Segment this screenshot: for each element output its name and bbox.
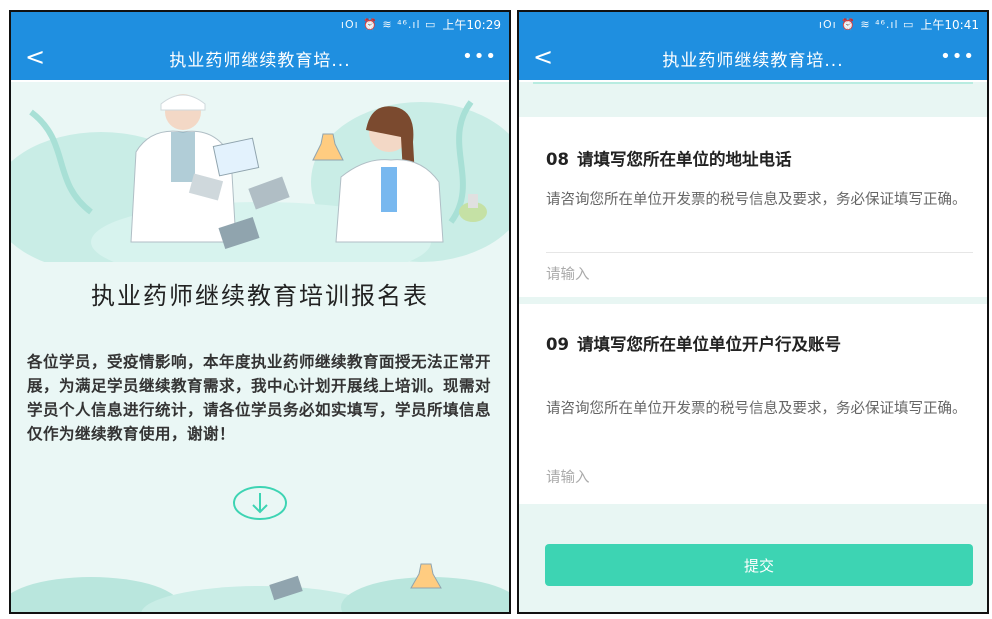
nav-bar: < 执业药师继续教育培... •••	[11, 36, 509, 80]
phone-screen-right: ıOı ⏰ ≋ ⁴⁶.ıl ▭ 上午10:41 < 执业药师继续教育培... •…	[517, 10, 989, 614]
question-description: 请咨询您所在单位开发票的税号信息及要求，务必保证填写正确。	[546, 192, 967, 208]
status-icons: ıOı ⏰ ≋ ⁴⁶.ıl ▭	[818, 17, 915, 31]
question-text: 请填写您所在单位单位开户行及账号	[576, 335, 841, 354]
arrow-down-circle-icon[interactable]	[232, 485, 288, 521]
question-text: 请填写您所在单位的地址电话	[576, 150, 792, 169]
more-options-icon[interactable]: •••	[940, 46, 975, 67]
phone-screen-left: ıOı ⏰ ≋ ⁴⁶.ıl ▭ 上午10:29 < 执业药师继续教育培... •…	[9, 10, 511, 614]
nav-title: 执业药师继续教育培...	[662, 50, 844, 71]
question-title: 09 请填写您所在单位单位开户行及账号	[546, 332, 971, 357]
status-bar: ıOı ⏰ ≋ ⁴⁶.ıl ▭ 上午10:29	[11, 12, 509, 36]
form-body: 08 请填写您所在单位的地址电话 请咨询您所在单位开发票的税号信息及要求，务必保证…	[519, 82, 987, 612]
question-description: 请咨询您所在单位开发票的税号信息及要求，务必保证填写正确。	[546, 401, 967, 417]
address-phone-input[interactable]	[546, 262, 971, 288]
question-title: 08 请填写您所在单位的地址电话	[546, 147, 971, 172]
divider	[546, 252, 973, 253]
back-icon[interactable]: <	[25, 44, 45, 70]
question-09: 09 请填写您所在单位单位开户行及账号 请咨询您所在单位开发票的税号信息及要求，务…	[519, 304, 987, 504]
question-number: 08	[546, 150, 569, 169]
status-time: 上午10:41	[920, 17, 979, 32]
form-description: 各位学员，受疫情影响，本年度执业药师继续教育面授无法正常开展，为满足学员继续教育…	[27, 353, 492, 443]
hero-illustration	[11, 94, 509, 262]
footer-illustration	[11, 563, 509, 612]
nav-title: 执业药师继续教育培...	[169, 50, 351, 71]
back-icon[interactable]: <	[533, 44, 553, 70]
status-time: 上午10:29	[442, 17, 501, 32]
status-icons: ıOı ⏰ ≋ ⁴⁶.ıl ▭	[340, 17, 437, 31]
divider	[533, 82, 973, 84]
form-title: 执业药师继续教育培训报名表	[91, 282, 429, 310]
question-08: 08 请填写您所在单位的地址电话 请咨询您所在单位开发票的税号信息及要求，务必保证…	[519, 117, 987, 297]
form-cover: 执业药师继续教育培训报名表 各位学员，受疫情影响，本年度执业药师继续教育面授无法…	[11, 82, 509, 612]
question-number: 09	[546, 335, 569, 354]
nav-bar: < 执业药师继续教育培... •••	[519, 36, 987, 80]
more-options-icon[interactable]: •••	[462, 46, 497, 67]
bank-account-input[interactable]	[546, 465, 971, 491]
submit-button[interactable]: 提交	[545, 544, 973, 586]
status-bar: ıOı ⏰ ≋ ⁴⁶.ıl ▭ 上午10:41	[519, 12, 987, 36]
